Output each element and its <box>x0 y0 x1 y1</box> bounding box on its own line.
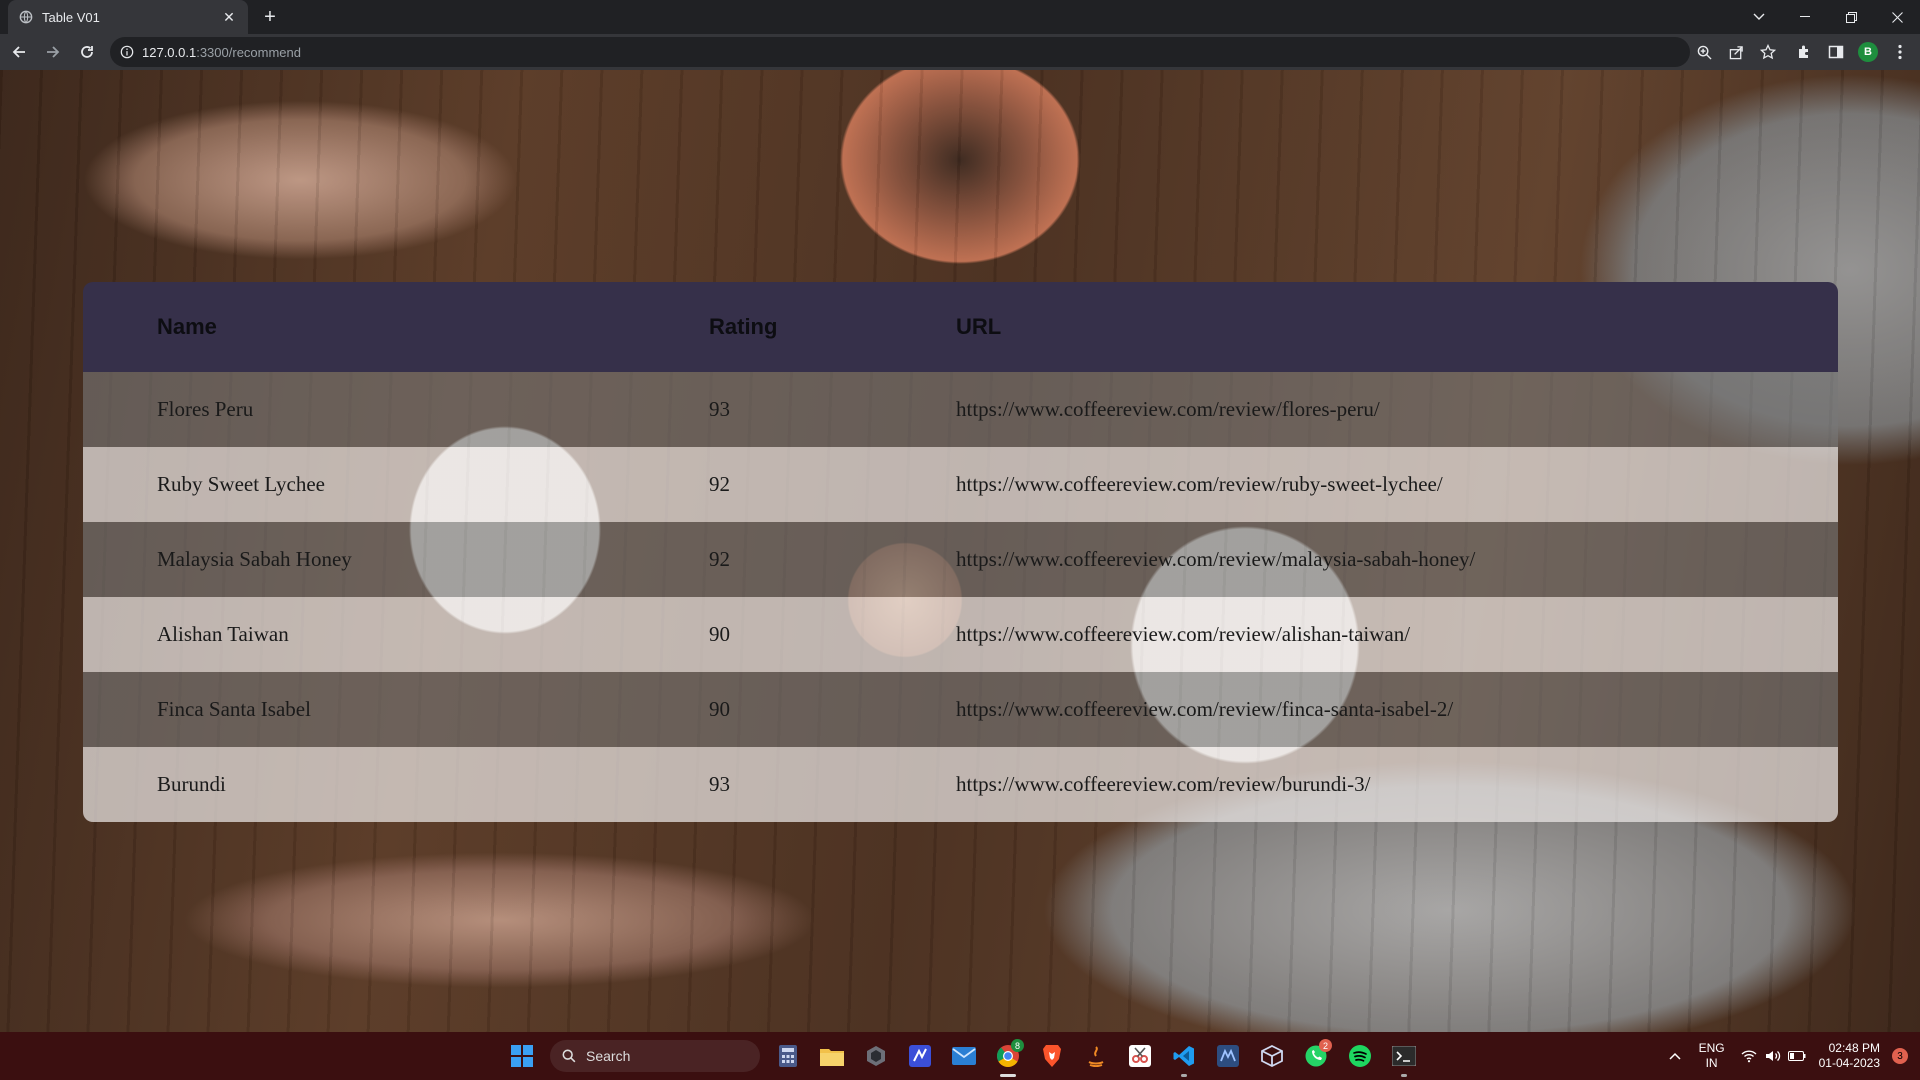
lang-line2: IN <box>1705 1056 1718 1070</box>
table-row: Ruby Sweet Lychee 92 https://www.coffeer… <box>83 447 1838 522</box>
page-viewport: Name Rating URL Flores Peru 93 https://w… <box>0 70 1920 1032</box>
forward-arrow-icon[interactable] <box>38 37 68 67</box>
search-label: Search <box>586 1048 631 1064</box>
cell-url[interactable]: https://www.coffeereview.com/review/ruby… <box>956 472 1838 497</box>
url-path: :3300/recommend <box>196 44 301 60</box>
taskbar: Search 8 2 ENG IN 02:48 PM 01-04-2023 3 <box>0 1032 1920 1080</box>
browser-tab[interactable]: Table V01 ✕ <box>8 0 248 34</box>
cell-name: Ruby Sweet Lychee <box>157 472 325 496</box>
site-info-icon[interactable] <box>120 45 134 59</box>
clock[interactable]: 02:48 PM 01-04-2023 <box>1819 1041 1880 1071</box>
bookmark-star-icon[interactable] <box>1752 37 1784 67</box>
cell-rating: 90 <box>709 697 730 721</box>
restore-icon[interactable] <box>1828 0 1874 34</box>
cell-url[interactable]: https://www.coffeereview.com/review/alis… <box>956 622 1838 647</box>
cell-name: Alishan Taiwan <box>157 622 289 646</box>
search-icon <box>562 1049 576 1063</box>
cell-rating: 92 <box>709 472 730 496</box>
chevron-up-icon[interactable] <box>1663 1044 1687 1068</box>
close-window-icon[interactable] <box>1874 0 1920 34</box>
reload-icon[interactable] <box>72 37 102 67</box>
zoom-icon[interactable] <box>1688 37 1720 67</box>
vscode-icon[interactable] <box>1162 1032 1206 1080</box>
table-row: Burundi 93 https://www.coffeereview.com/… <box>83 747 1838 822</box>
mail-icon[interactable] <box>942 1032 986 1080</box>
brave-icon[interactable] <box>1030 1032 1074 1080</box>
whatsapp-badge: 2 <box>1319 1039 1332 1052</box>
cell-name: Finca Santa Isabel <box>157 697 311 721</box>
terminal-icon[interactable] <box>1382 1032 1426 1080</box>
calculator-icon[interactable] <box>766 1032 810 1080</box>
table-row: Alishan Taiwan 90 https://www.coffeerevi… <box>83 597 1838 672</box>
tab-search-icon[interactable] <box>1736 0 1782 34</box>
cell-rating: 92 <box>709 547 730 571</box>
wsl-icon[interactable] <box>1206 1032 1250 1080</box>
browser-titlebar: Table V01 ✕ + <box>0 0 1920 34</box>
whatsapp-icon[interactable]: 2 <box>1294 1032 1338 1080</box>
battery-icon[interactable] <box>1785 1044 1809 1068</box>
cell-rating: 93 <box>709 397 730 421</box>
file-explorer-icon[interactable] <box>810 1032 854 1080</box>
clock-date: 01-04-2023 <box>1818 1056 1880 1070</box>
globe-icon <box>18 9 34 25</box>
language-indicator[interactable]: ENG IN <box>1699 1041 1725 1071</box>
table-header: Name Rating URL <box>83 282 1838 372</box>
table-row: Finca Santa Isabel 90 https://www.coffee… <box>83 672 1838 747</box>
header-rating: Rating <box>709 314 778 339</box>
back-arrow-icon[interactable] <box>4 37 34 67</box>
share-icon[interactable] <box>1720 37 1752 67</box>
cell-url[interactable]: https://www.coffeereview.com/review/flor… <box>956 397 1838 422</box>
header-name: Name <box>157 314 217 339</box>
wifi-icon[interactable] <box>1737 1044 1761 1068</box>
windows-start-icon[interactable] <box>500 1032 544 1080</box>
table-row: Malaysia Sabah Honey 92 https://www.coff… <box>83 522 1838 597</box>
spotify-icon[interactable] <box>1338 1032 1382 1080</box>
cell-url[interactable]: https://www.coffeereview.com/review/mala… <box>956 547 1838 572</box>
kebab-menu-icon[interactable] <box>1884 37 1916 67</box>
active-indicator <box>1401 1074 1407 1077</box>
minimize-icon[interactable] <box>1782 0 1828 34</box>
new-tab-icon[interactable]: + <box>258 5 282 29</box>
volume-icon[interactable] <box>1761 1044 1785 1068</box>
address-bar[interactable]: 127.0.0.1:3300/recommend <box>110 37 1690 67</box>
github-desktop-icon[interactable] <box>854 1032 898 1080</box>
chrome-icon[interactable]: 8 <box>986 1032 1030 1080</box>
cell-name: Malaysia Sabah Honey <box>157 547 352 571</box>
virtualbox-icon[interactable] <box>1250 1032 1294 1080</box>
cell-rating: 90 <box>709 622 730 646</box>
recommendation-table: Name Rating URL Flores Peru 93 https://w… <box>83 282 1838 822</box>
active-indicator <box>1000 1074 1016 1077</box>
taskbar-search[interactable]: Search <box>550 1040 760 1072</box>
table-row: Flores Peru 93 https://www.coffeereview.… <box>83 372 1838 447</box>
cell-name: Burundi <box>157 772 226 796</box>
profile-avatar[interactable]: B <box>1858 42 1878 62</box>
side-panel-icon[interactable] <box>1820 37 1852 67</box>
header-url: URL <box>956 314 1002 339</box>
cell-url[interactable]: https://www.coffeereview.com/review/finc… <box>956 697 1838 722</box>
notification-badge[interactable]: 3 <box>1892 1048 1908 1064</box>
url-host: 127.0.0.1 <box>142 44 197 60</box>
chrome-badge: 8 <box>1011 1039 1024 1052</box>
cell-name: Flores Peru <box>157 397 254 421</box>
cell-url[interactable]: https://www.coffeereview.com/review/buru… <box>956 772 1838 797</box>
code-editor-icon[interactable] <box>898 1032 942 1080</box>
browser-toolbar: 127.0.0.1:3300/recommend B <box>0 34 1920 70</box>
lang-line1: ENG <box>1698 1041 1725 1055</box>
clock-time: 02:48 PM <box>1828 1041 1880 1055</box>
java-icon[interactable] <box>1074 1032 1118 1080</box>
active-indicator <box>1181 1074 1187 1077</box>
system-tray: ENG IN 02:48 PM 01-04-2023 3 <box>1663 1032 1920 1080</box>
snipping-tool-icon[interactable] <box>1118 1032 1162 1080</box>
tab-title: Table V01 <box>42 9 100 25</box>
extensions-icon[interactable] <box>1788 37 1820 67</box>
cell-rating: 93 <box>709 772 730 796</box>
close-tab-icon[interactable]: ✕ <box>220 8 238 26</box>
